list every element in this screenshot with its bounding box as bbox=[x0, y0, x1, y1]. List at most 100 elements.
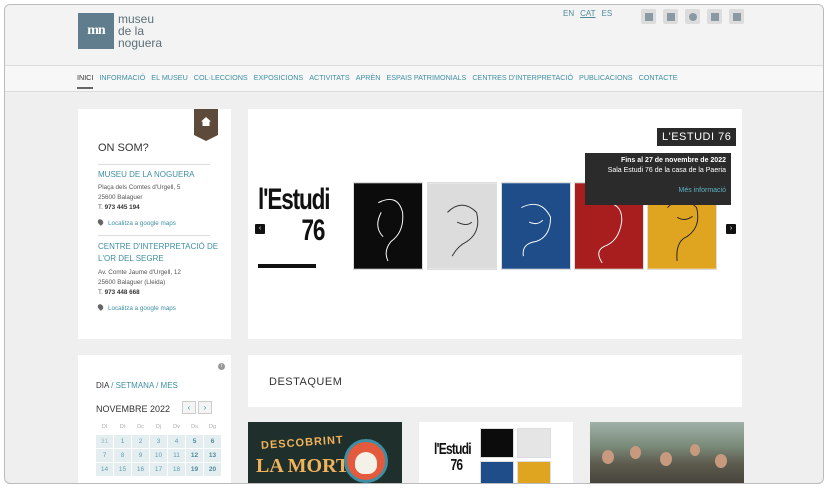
artwork-2-drawing bbox=[428, 183, 496, 269]
tag-icon[interactable] bbox=[729, 9, 744, 24]
site-logo[interactable]: mn museu de la noguera bbox=[78, 13, 162, 49]
card-title: l'Estudi 76 bbox=[434, 442, 472, 474]
facebook-icon[interactable] bbox=[663, 9, 678, 24]
location-panel: ON SOM? MUSEU DE LA NOGUERA Plaça dels C… bbox=[78, 109, 231, 339]
tab-day[interactable]: DIA bbox=[96, 381, 109, 390]
calendar-next-button[interactable]: › bbox=[198, 401, 212, 414]
place-name-museu[interactable]: MUSEU DE LA NOGUERA bbox=[98, 169, 223, 181]
twitter-icon[interactable] bbox=[685, 9, 700, 24]
address-line: 25600 Balaguer (Lleida) bbox=[98, 279, 166, 286]
nav-inici[interactable]: INICI bbox=[77, 73, 94, 89]
nav-activitats[interactable]: ACTIVITATS bbox=[309, 73, 349, 89]
calendar-day[interactable]: 20 bbox=[204, 463, 221, 476]
mini-artwork bbox=[517, 428, 551, 458]
calendar-prev-button[interactable]: ‹ bbox=[182, 401, 196, 414]
calendar-day[interactable]: 16 bbox=[132, 463, 149, 476]
slide-more-link[interactable]: Més informació bbox=[590, 187, 726, 194]
calendar-view-tabs: DIA / SETMANA / MES bbox=[96, 381, 178, 390]
featured-slider[interactable]: l'Estudi 76 L'ESTUDI 76 Fins al 27 de no… bbox=[248, 109, 742, 339]
address-line: 25600 Balaguer bbox=[98, 194, 143, 201]
weekday-label: Dg bbox=[208, 424, 217, 430]
weekday-label: Dv bbox=[173, 424, 180, 430]
place-name-centre[interactable]: CENTRE D'INTERPRETACIÓ DE L'OR DEL SEGRE bbox=[98, 241, 223, 265]
nav-informacio[interactable]: INFORMACIÓ bbox=[99, 73, 145, 89]
nav-colleccions[interactable]: COL·LECCIONS bbox=[194, 73, 248, 89]
map-pin-icon bbox=[96, 303, 105, 311]
nav-publicacions[interactable]: PUBLICACIONS bbox=[579, 73, 633, 89]
tab-separator: / bbox=[156, 381, 159, 390]
card-title-line1: DESCOBRINT bbox=[260, 434, 345, 452]
calendar-grid: Dl Dt Dc Dj Dv Ds Dg 31 1 2 3 4 5 6 7 8 … bbox=[96, 421, 221, 476]
calendar-month: NOVEMBRE 2022 bbox=[96, 404, 171, 414]
calendar-day[interactable]: 8 bbox=[114, 449, 131, 462]
phone-line: T. 973 448 668 bbox=[98, 288, 181, 298]
lang-es[interactable]: ES bbox=[602, 9, 613, 18]
tab-week[interactable]: SETMANA bbox=[116, 381, 154, 390]
weekday-label: Dt bbox=[119, 424, 126, 430]
language-switcher: EN CAT ES bbox=[563, 9, 612, 18]
slide-date: Fins al 27 de novembre de 2022 bbox=[620, 157, 726, 164]
calendar-day[interactable]: 5 bbox=[186, 435, 203, 448]
featured-card-photo[interactable] bbox=[590, 422, 744, 483]
nav-exposicions[interactable]: EXPOSICIONS bbox=[254, 73, 304, 89]
info-icon[interactable]: i bbox=[218, 363, 225, 370]
slider-prev-button[interactable]: ‹ bbox=[255, 224, 265, 234]
maps-link[interactable]: Localitza a google maps bbox=[96, 218, 176, 227]
artwork-2 bbox=[427, 182, 497, 270]
nav-contacte[interactable]: CONTACTE bbox=[639, 73, 678, 89]
site-header: mn museu de la noguera EN CAT ES bbox=[5, 5, 823, 65]
calendar-day[interactable]: 10 bbox=[150, 449, 167, 462]
lang-en[interactable]: EN bbox=[563, 9, 574, 18]
logo-mark-text: mn bbox=[87, 23, 105, 38]
calendar-day[interactable]: 14 bbox=[96, 463, 113, 476]
card-artworks bbox=[480, 428, 551, 483]
slide-caption: Fins al 27 de novembre de 2022 Sala Estu… bbox=[585, 153, 731, 205]
nav-espais-patrimonials[interactable]: ESPAIS PATRIMONIALS bbox=[386, 73, 466, 89]
youtube-icon[interactable] bbox=[641, 9, 656, 24]
poster-title: l'Estudi 76 bbox=[258, 184, 330, 246]
featured-card-mort[interactable]: DESCOBRINT LA MORT bbox=[248, 422, 402, 483]
tab-month[interactable]: MES bbox=[161, 381, 178, 390]
main-nav: INICI INFORMACIÓ EL MUSEU COL·LECCIONS E… bbox=[5, 65, 823, 92]
poster-rule bbox=[258, 264, 316, 268]
calendar-day[interactable]: 3 bbox=[150, 435, 167, 448]
calendar-day[interactable]: 15 bbox=[114, 463, 131, 476]
home-icon[interactable] bbox=[194, 109, 218, 141]
calendar-day[interactable]: 31 bbox=[96, 435, 113, 448]
card-title-line2: 76 bbox=[450, 457, 464, 474]
location-title: ON SOM? bbox=[98, 142, 149, 154]
calendar-day[interactable]: 2 bbox=[132, 435, 149, 448]
calendar-day[interactable]: 12 bbox=[186, 449, 203, 462]
card-title-line2: LA MORT bbox=[256, 455, 350, 477]
logo-text: museu de la noguera bbox=[118, 13, 162, 49]
lang-cat[interactable]: CAT bbox=[580, 9, 595, 18]
calendar-day[interactable]: 7 bbox=[96, 449, 113, 462]
calendar-day[interactable]: 17 bbox=[150, 463, 167, 476]
mini-artwork bbox=[517, 461, 551, 483]
weekday-label: Ds bbox=[191, 424, 198, 430]
calendar-day[interactable]: 18 bbox=[168, 463, 185, 476]
nav-centres-interpretacio[interactable]: CENTRES D'INTERPRETACIÓ bbox=[472, 73, 573, 89]
calendar-icon[interactable] bbox=[707, 9, 722, 24]
nav-apren[interactable]: APRÈN bbox=[356, 73, 381, 89]
artwork-1 bbox=[353, 182, 423, 270]
weekday-label: Dj bbox=[155, 424, 162, 430]
slide-location: Sala Estudi 76 de la casa de la Paeria bbox=[607, 167, 726, 174]
calendar-day[interactable]: 19 bbox=[186, 463, 203, 476]
featured-section-header: DESTAQUEM bbox=[248, 355, 742, 407]
logo-mark-icon: mn bbox=[78, 13, 114, 49]
calendar-day[interactable]: 6 bbox=[204, 435, 221, 448]
address-line: Plaça dels Comtes d'Urgell, 5 bbox=[98, 184, 181, 191]
weekday-label: Dc bbox=[137, 424, 144, 430]
nav-el-museu[interactable]: EL MUSEU bbox=[151, 73, 187, 89]
calendar-day[interactable]: 13 bbox=[204, 449, 221, 462]
phone-prefix: T. bbox=[98, 289, 103, 296]
maps-link[interactable]: Localitza a google maps bbox=[96, 303, 176, 312]
calendar-day[interactable]: 1 bbox=[114, 435, 131, 448]
calendar-day[interactable]: 9 bbox=[132, 449, 149, 462]
slider-next-button[interactable]: › bbox=[726, 224, 736, 234]
calendar-day[interactable]: 11 bbox=[168, 449, 185, 462]
slide-title: L'ESTUDI 76 bbox=[657, 128, 737, 146]
featured-card-estudi[interactable]: l'Estudi 76 bbox=[419, 422, 573, 483]
calendar-day[interactable]: 4 bbox=[168, 435, 185, 448]
